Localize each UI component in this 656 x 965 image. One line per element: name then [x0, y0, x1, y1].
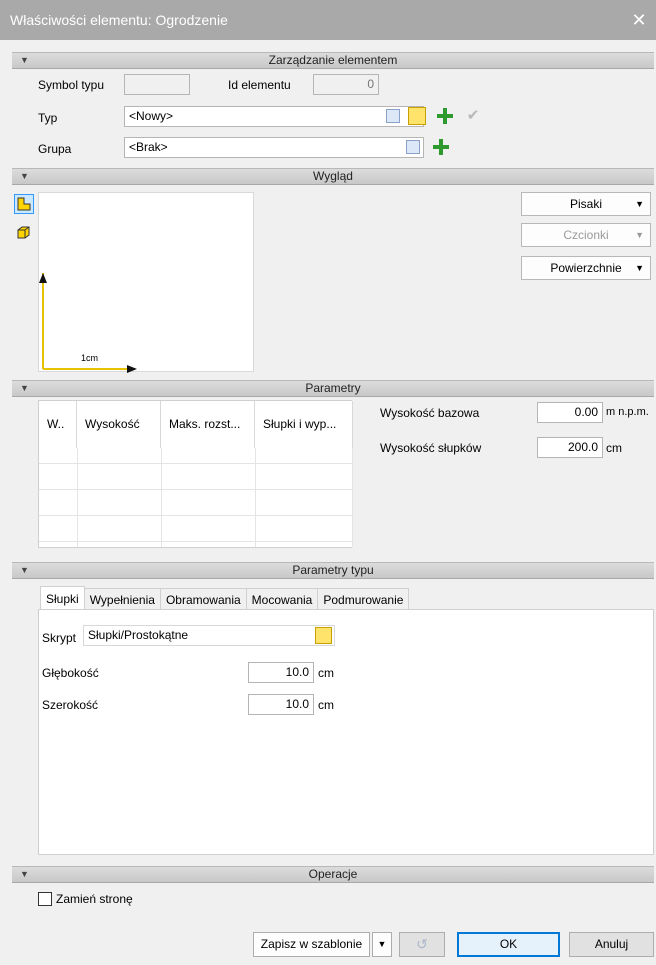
table-row: [39, 489, 352, 490]
section-title: Parametry typu: [292, 563, 374, 577]
section-title: Wygląd: [313, 169, 353, 183]
tab-posts[interactable]: Słupki: [40, 586, 85, 610]
table-header-cell[interactable]: Wysokość: [77, 401, 161, 448]
width-label: Szerokość: [42, 698, 99, 712]
dropdown-arrow-icon: ▼: [635, 199, 644, 209]
width-unit: cm: [318, 698, 334, 712]
width-input[interactable]: 10.0: [248, 694, 314, 715]
script-label: Skrypt: [42, 631, 77, 645]
add-icon[interactable]: [432, 138, 450, 156]
table-header-cell[interactable]: Słupki i wyp...: [255, 401, 353, 448]
table-header-cell[interactable]: W..: [39, 401, 77, 448]
type-field[interactable]: <Nowy>: [124, 106, 424, 127]
surfaces-button[interactable]: Powierzchnie ▼: [521, 256, 651, 280]
preview-canvas: 1cm: [38, 192, 254, 373]
browse-icon[interactable]: [386, 109, 400, 123]
tab-mountings[interactable]: Mocowania: [245, 588, 319, 610]
post-height-input[interactable]: 200.0: [537, 437, 603, 458]
script-icon[interactable]: [408, 107, 426, 125]
swap-side-label[interactable]: Zamień stronę: [56, 892, 133, 906]
pens-button-label: Pisaki: [569, 197, 602, 211]
symbol-type-field[interactable]: [124, 74, 190, 95]
add-icon[interactable]: [436, 107, 454, 125]
ok-button[interactable]: OK: [457, 932, 560, 957]
checkmark-icon: ✔: [466, 107, 480, 124]
type-label: Typ: [38, 111, 58, 125]
title-bar: Właściwości elementu: Ogrodzenie ✕: [0, 0, 656, 40]
window-title: Właściwości elementu: Ogrodzenie: [10, 12, 228, 28]
pens-button[interactable]: Pisaki ▼: [521, 192, 651, 216]
cancel-button[interactable]: Anuluj: [569, 932, 654, 957]
tab-frames[interactable]: Obramowania: [159, 588, 247, 610]
type-parameters-tabs: Słupki Wypełnienia Obramowania Mocowania…: [40, 586, 410, 610]
surfaces-button-label: Powierzchnie: [550, 261, 622, 275]
script-icon[interactable]: [315, 627, 332, 644]
table-row: [39, 463, 352, 464]
tab-fillings[interactable]: Wypełnienia: [83, 588, 161, 610]
group-label: Grupa: [38, 142, 72, 156]
section-title: Parametry: [305, 381, 361, 395]
base-height-label: Wysokość bazowa: [380, 406, 480, 420]
save-template-dropdown-icon[interactable]: ▼: [372, 932, 392, 957]
depth-unit: cm: [318, 666, 334, 680]
base-height-input[interactable]: 0.00: [537, 402, 603, 423]
section-title: Zarządzanie elementem: [268, 53, 398, 67]
section-appearance-header[interactable]: ▼ Wygląd: [12, 168, 654, 185]
element-id-label: Id elementu: [228, 78, 291, 92]
fonts-button-label: Czcionki: [563, 228, 609, 242]
fonts-button[interactable]: Czcionki ▼: [521, 223, 651, 247]
2d-view-icon[interactable]: [14, 194, 34, 214]
section-management-header[interactable]: ▼ Zarządzanie elementem: [12, 52, 654, 69]
x-axis-arrow-icon: [127, 365, 137, 373]
scale-label: 1cm: [81, 353, 99, 363]
depth-input[interactable]: 10.0: [248, 662, 314, 683]
table-row: [39, 515, 352, 516]
table-row: [39, 541, 352, 542]
section-title: Operacje: [308, 867, 358, 881]
tab-panel-posts: Skrypt Słupki/Prostokątne Głębokość 10.0…: [38, 609, 654, 855]
close-icon[interactable]: ✕: [628, 9, 650, 31]
script-field[interactable]: Słupki/Prostokątne: [83, 625, 335, 646]
post-height-unit: cm: [606, 441, 622, 455]
save-template-button[interactable]: Zapisz w szablonie: [253, 932, 370, 957]
section-type-parameters-header[interactable]: ▼ Parametry typu: [12, 562, 654, 579]
base-height-unit: m n.p.m.: [606, 406, 649, 418]
undo-icon: ↺: [399, 932, 445, 957]
post-height-label: Wysokość słupków: [380, 441, 482, 455]
y-axis-arrow-icon: [39, 273, 47, 283]
dropdown-arrow-icon: ▼: [635, 263, 644, 273]
group-field[interactable]: <Brak>: [124, 137, 424, 158]
table-header-cell[interactable]: Maks. rozst...: [161, 401, 255, 448]
symbol-type-label: Symbol typu: [38, 78, 105, 92]
section-operations-header[interactable]: ▼ Operacje: [12, 866, 654, 883]
swap-side-checkbox[interactable]: [38, 892, 52, 906]
dropdown-arrow-icon: ▼: [635, 230, 644, 240]
element-id-field: 0: [313, 74, 379, 95]
browse-icon[interactable]: [406, 140, 420, 154]
depth-label: Głębokość: [42, 666, 99, 680]
parameters-table[interactable]: W.. Wysokość Maks. rozst... Słupki i wyp…: [38, 400, 353, 548]
section-parameters-header[interactable]: ▼ Parametry: [12, 380, 654, 397]
tab-foundation[interactable]: Podmurowanie: [317, 588, 410, 610]
3d-view-icon[interactable]: [14, 224, 34, 244]
